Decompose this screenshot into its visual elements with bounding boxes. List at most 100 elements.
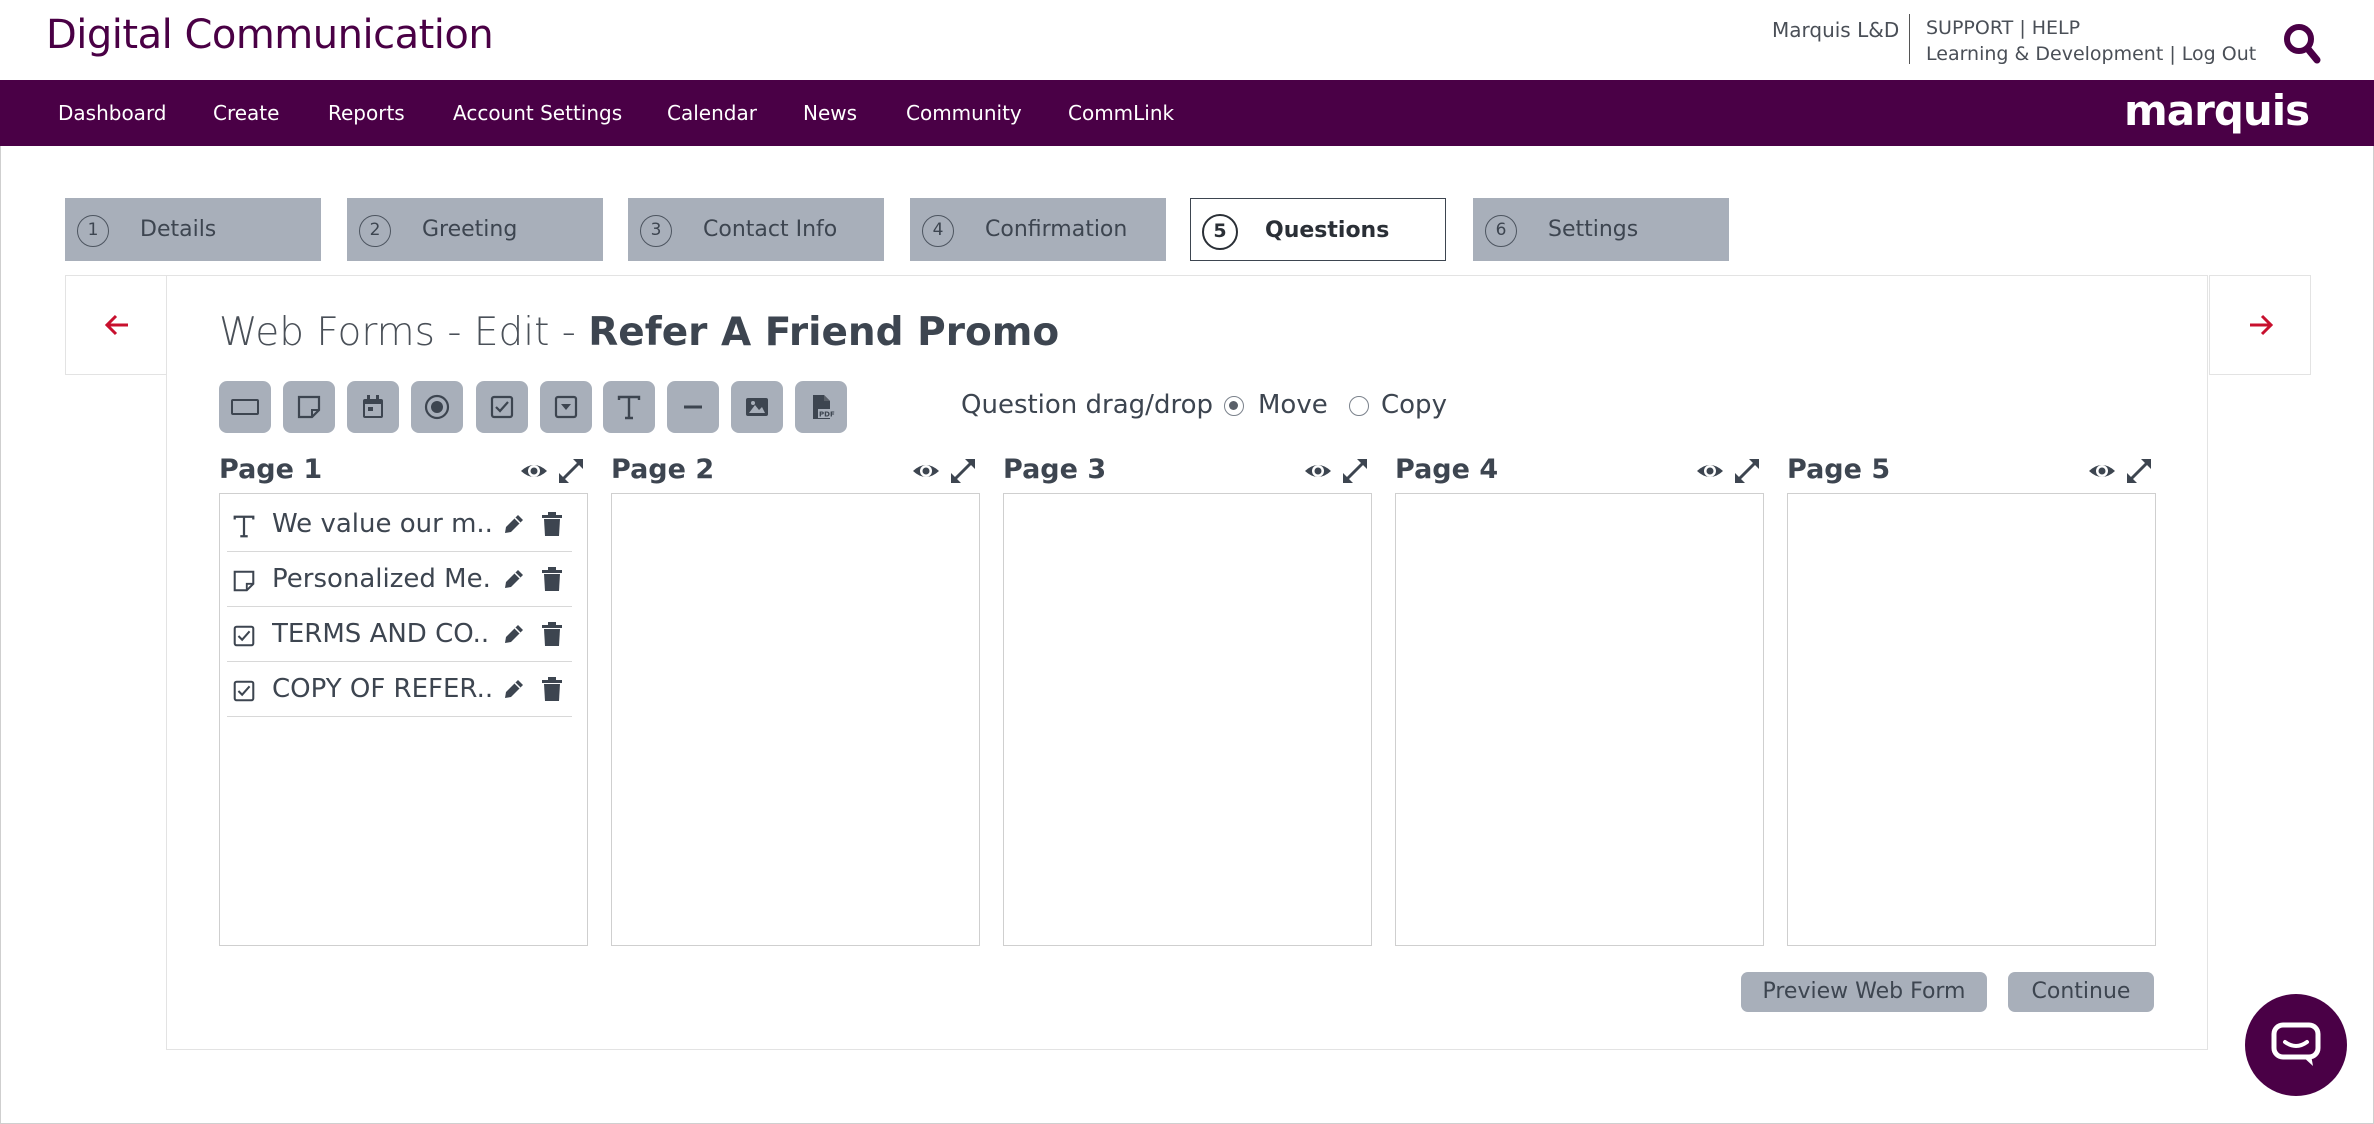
step-number: 4: [922, 215, 954, 247]
add-date-button[interactable]: [347, 381, 399, 433]
add-text-box-button[interactable]: [219, 381, 271, 433]
account-name: Marquis L&D: [1772, 18, 1900, 42]
step-number: 1: [77, 215, 109, 247]
step-greeting[interactable]: 2 Greeting: [347, 198, 603, 261]
page-3-title: Page 3: [1003, 454, 1107, 485]
trash-icon[interactable]: [540, 676, 564, 702]
question-label: We value our m...: [272, 509, 492, 539]
app-header: Digital Communication Marquis L&D SUPPOR…: [0, 0, 2374, 80]
chat-icon: [2271, 1022, 2321, 1066]
image-icon: [746, 398, 768, 416]
pencil-icon[interactable]: [501, 621, 527, 647]
step-confirmation[interactable]: 4 Confirmation: [910, 198, 1166, 261]
step-label: Contact Info: [703, 217, 838, 242]
step-label: Confirmation: [985, 217, 1128, 242]
preview-web-form-button[interactable]: Preview Web Form: [1741, 972, 1987, 1012]
trash-icon[interactable]: [540, 511, 564, 537]
nav-community[interactable]: Community: [906, 80, 1022, 146]
nav-news[interactable]: News: [803, 80, 857, 146]
page-4-title: Page 4: [1395, 454, 1499, 485]
nav-calendar[interactable]: Calendar: [667, 80, 757, 146]
next-step-button[interactable]: [2209, 275, 2311, 375]
question-item[interactable]: Personalized Me...: [227, 552, 572, 607]
add-checkbox-button[interactable]: [476, 381, 528, 433]
org-link[interactable]: Learning & Development: [1926, 43, 2163, 65]
help-link[interactable]: HELP: [2032, 17, 2080, 39]
page-2-dropzone[interactable]: [611, 493, 980, 946]
question-item[interactable]: We value our m...: [227, 497, 572, 552]
step-contact-info[interactable]: 3 Contact Info: [628, 198, 884, 261]
pencil-icon[interactable]: [501, 676, 527, 702]
add-text-button[interactable]: [603, 381, 655, 433]
step-number: 6: [1485, 215, 1517, 247]
separator: |: [2019, 17, 2026, 39]
search-icon[interactable]: [2282, 22, 2322, 66]
nav-commlink[interactable]: CommLink: [1068, 80, 1174, 146]
expand-icon[interactable]: [948, 456, 978, 486]
form-name: Refer A Friend Promo: [588, 310, 1060, 355]
text-box-icon: [231, 399, 259, 415]
question-label: TERMS AND CO...: [272, 619, 492, 649]
header-divider: [1909, 14, 1910, 64]
eye-icon[interactable]: [1695, 456, 1725, 486]
nav-reports[interactable]: Reports: [328, 80, 405, 146]
add-dropdown-button[interactable]: [540, 381, 592, 433]
prev-step-button[interactable]: [65, 275, 167, 375]
eye-icon[interactable]: [911, 456, 941, 486]
pencil-icon[interactable]: [501, 566, 527, 592]
arrow-right-icon: [2250, 314, 2274, 336]
question-label: COPY OF REFER...: [272, 674, 492, 704]
question-item[interactable]: TERMS AND CO...: [227, 607, 572, 662]
step-questions[interactable]: 5 Questions: [1190, 198, 1446, 261]
add-pdf-button[interactable]: PDF: [795, 381, 847, 433]
step-settings[interactable]: 6 Settings: [1473, 198, 1729, 261]
checkbox-icon: [233, 680, 255, 702]
add-image-button[interactable]: [731, 381, 783, 433]
add-note-button[interactable]: [283, 381, 335, 433]
pdf-icon: PDF: [813, 395, 835, 419]
svg-text:PDF: PDF: [819, 411, 835, 419]
page-4-dropzone[interactable]: [1395, 493, 1764, 946]
trash-icon[interactable]: [540, 621, 564, 647]
step-label: Questions: [1265, 218, 1390, 243]
checkbox-icon: [490, 395, 514, 419]
separator: |: [2169, 43, 2176, 65]
chat-button[interactable]: [2245, 994, 2347, 1096]
radio-icon: [424, 394, 450, 420]
expand-icon[interactable]: [556, 456, 586, 486]
main-nav: Dashboard Create Reports Account Setting…: [0, 80, 2374, 146]
continue-button[interactable]: Continue: [2008, 972, 2154, 1012]
step-number: 5: [1202, 214, 1238, 250]
support-link[interactable]: SUPPORT: [1926, 17, 2013, 39]
move-radio[interactable]: [1224, 396, 1244, 416]
brand-title[interactable]: Digital Communication: [46, 12, 494, 58]
expand-icon[interactable]: [1732, 456, 1762, 486]
add-divider-button[interactable]: [667, 381, 719, 433]
eye-icon[interactable]: [2087, 456, 2117, 486]
step-details[interactable]: 1 Details: [65, 198, 321, 261]
expand-icon[interactable]: [1340, 456, 1370, 486]
copy-label[interactable]: Copy: [1381, 390, 1447, 420]
title-prefix: Web Forms - Edit -: [219, 310, 589, 355]
nav-account-settings[interactable]: Account Settings: [453, 80, 622, 146]
drag-drop-label: Question drag/drop: [961, 390, 1213, 420]
add-radio-button[interactable]: [411, 381, 463, 433]
nav-dashboard[interactable]: Dashboard: [58, 80, 167, 146]
page-5-dropzone[interactable]: [1787, 493, 2156, 946]
copy-radio[interactable]: [1349, 396, 1369, 416]
page-3-dropzone[interactable]: [1003, 493, 1372, 946]
move-label[interactable]: Move: [1258, 390, 1328, 420]
note-icon: [297, 395, 321, 419]
marquis-logo[interactable]: marquis: [2124, 80, 2310, 146]
question-item[interactable]: COPY OF REFER...: [227, 662, 572, 717]
divider-icon: [684, 405, 702, 409]
logout-link[interactable]: Log Out: [2182, 43, 2256, 65]
trash-icon[interactable]: [540, 566, 564, 592]
eye-icon[interactable]: [1303, 456, 1333, 486]
nav-create[interactable]: Create: [213, 80, 279, 146]
support-links: SUPPORT | HELP Learning & Development | …: [1926, 15, 2256, 67]
eye-icon[interactable]: [519, 456, 549, 486]
pencil-icon[interactable]: [501, 511, 527, 537]
expand-icon[interactable]: [2124, 456, 2154, 486]
question-label: Personalized Me...: [272, 564, 492, 594]
